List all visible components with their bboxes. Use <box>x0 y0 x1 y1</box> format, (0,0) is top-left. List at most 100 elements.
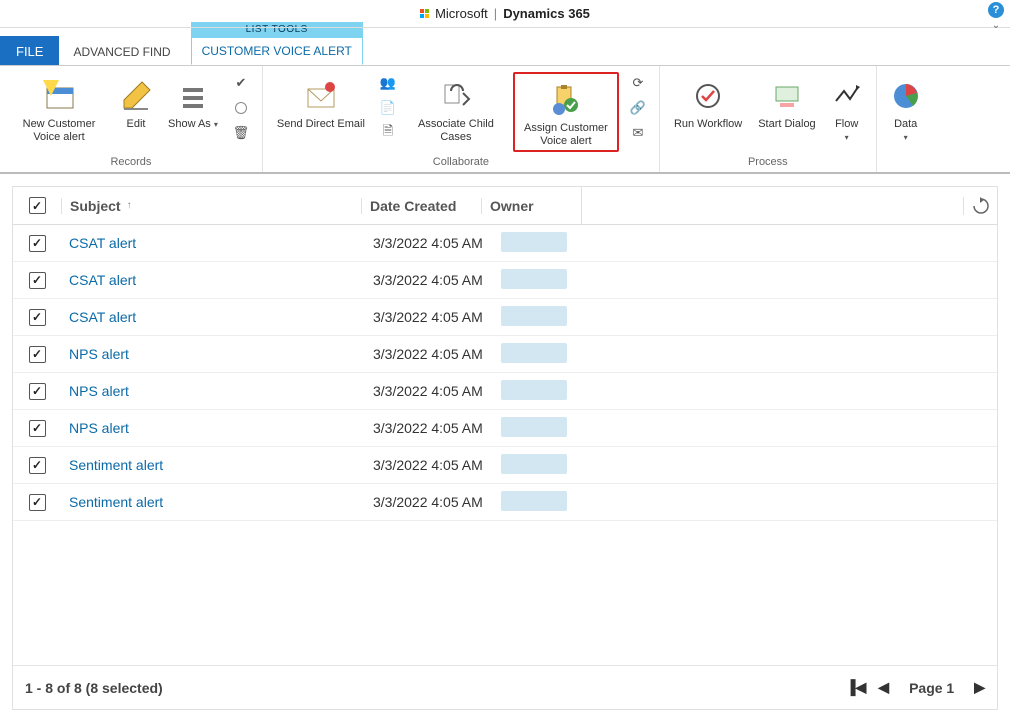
table-row[interactable]: CSAT alert 3/3/2022 4:05 AM <box>13 225 997 262</box>
subject-link[interactable]: CSAT alert <box>69 235 136 251</box>
prev-page-button[interactable]: ◀ <box>878 679 889 696</box>
associate-icon <box>441 74 471 118</box>
row-checkbox[interactable] <box>29 309 46 326</box>
collapse-ribbon-icon[interactable]: ⌄ <box>992 20 1000 31</box>
owner-cell <box>501 306 641 329</box>
row-checkbox[interactable] <box>29 346 46 363</box>
tab-customer-voice-alert[interactable]: CUSTOMER VOICE ALERT <box>191 37 363 65</box>
edit-button[interactable]: Edit <box>116 72 156 133</box>
row-checkbox[interactable] <box>29 457 46 474</box>
associate-child-cases-button[interactable]: Associate Child Cases <box>407 72 505 146</box>
check-icon: ✔ <box>235 75 246 91</box>
sort-ascending-icon: ↑ <box>127 200 132 211</box>
data-button[interactable]: Data▾ <box>887 72 925 146</box>
row-checkbox[interactable] <box>29 420 46 437</box>
owner-cell <box>501 232 641 255</box>
brand-label: Microsoft <box>435 6 488 21</box>
date-cell: 3/3/2022 4:05 AM <box>373 494 501 510</box>
share-button[interactable]: ⟳ <box>627 72 649 94</box>
date-cell: 3/3/2022 4:05 AM <box>373 309 501 325</box>
assign-icon <box>549 78 583 122</box>
title-bar: Microsoft | Dynamics 365 ? ⌄ <box>0 0 1010 28</box>
owner-cell <box>501 454 641 477</box>
delete-button[interactable]: 🗑 <box>230 122 252 144</box>
show-as-button[interactable]: Show As ▾ <box>164 72 222 133</box>
subject-link[interactable]: Sentiment alert <box>69 494 163 510</box>
start-dialog-button[interactable]: Start Dialog <box>754 72 819 133</box>
table-row[interactable]: Sentiment alert 3/3/2022 4:05 AM <box>13 484 997 521</box>
send-direct-email-button[interactable]: Send Direct Email <box>273 72 369 133</box>
chevron-down-icon: ▾ <box>845 133 849 142</box>
chevron-down-icon: ▾ <box>214 120 218 129</box>
table-row[interactable]: CSAT alert 3/3/2022 4:05 AM <box>13 262 997 299</box>
page-label: Page 1 <box>909 680 954 696</box>
date-cell: 3/3/2022 4:05 AM <box>373 235 501 251</box>
app-label: Dynamics 365 <box>503 6 590 21</box>
deactivate-button[interactable] <box>230 97 252 119</box>
people-icon: 👥 <box>380 75 396 91</box>
owner-cell <box>501 491 641 514</box>
note-icon: 🗎 <box>383 122 393 144</box>
tab-file[interactable]: FILE <box>0 36 59 65</box>
ribbon-tabs: FILE ADVANCED FIND LIST TOOLS CUSTOMER V… <box>0 28 1010 66</box>
refresh-button[interactable] <box>963 197 997 215</box>
owner-cell <box>501 380 641 403</box>
subject-link[interactable]: Sentiment alert <box>69 457 163 473</box>
email-icon <box>304 74 338 118</box>
add-contacts-button[interactable]: 👥 <box>377 72 399 94</box>
tab-advanced-find[interactable]: ADVANCED FIND <box>59 37 184 65</box>
ribbon-group-data: Data▾ <box>877 66 935 172</box>
ribbon-group-collaborate: Send Direct Email 👥 📄 🗎 Associate Child … <box>263 66 660 172</box>
column-date-created[interactable]: Date Created <box>361 198 481 214</box>
column-subject[interactable]: Subject ↑ <box>61 198 361 214</box>
stop-icon <box>235 102 247 114</box>
record-summary: 1 - 8 of 8 (8 selected) <box>25 680 163 696</box>
ribbon: New Customer Voice alert Edit Show As ▾ … <box>0 66 1010 174</box>
table-row[interactable]: CSAT alert 3/3/2022 4:05 AM <box>13 299 997 336</box>
copy-link-button[interactable]: 🔗 <box>627 97 649 119</box>
date-cell: 3/3/2022 4:05 AM <box>373 272 501 288</box>
select-all-checkbox[interactable] <box>29 197 46 214</box>
subject-link[interactable]: NPS alert <box>69 383 129 399</box>
ribbon-group-records: New Customer Voice alert Edit Show As ▾ … <box>0 66 263 172</box>
flow-icon <box>832 74 862 118</box>
row-checkbox[interactable] <box>29 235 46 252</box>
chevron-down-icon: ▾ <box>904 133 908 142</box>
subject-link[interactable]: CSAT alert <box>69 309 136 325</box>
results-grid: Subject ↑ Date Created Owner CSAT alert 3… <box>12 186 998 710</box>
table-row[interactable]: NPS alert 3/3/2022 4:05 AM <box>13 336 997 373</box>
queue-icon: 📄 <box>380 100 396 116</box>
next-page-button[interactable]: ▶ <box>974 679 985 696</box>
ribbon-group-process: Run Workflow Start Dialog Flow▾ Process <box>660 66 877 172</box>
subject-link[interactable]: NPS alert <box>69 420 129 436</box>
add-note-button[interactable]: 🗎 <box>377 122 399 144</box>
activate-button[interactable]: ✔ <box>230 72 252 94</box>
row-checkbox[interactable] <box>29 494 46 511</box>
row-checkbox[interactable] <box>29 383 46 400</box>
new-record-icon <box>41 74 77 118</box>
table-row[interactable]: Sentiment alert3/3/2022 4:05 AM <box>13 447 997 484</box>
column-owner[interactable]: Owner <box>481 198 581 214</box>
date-cell: 3/3/2022 4:05 AM <box>373 346 501 362</box>
row-checkbox[interactable] <box>29 272 46 289</box>
subject-link[interactable]: NPS alert <box>69 346 129 362</box>
table-row[interactable]: NPS alert3/3/2022 4:05 AM <box>13 410 997 447</box>
table-row[interactable]: NPS alert 3/3/2022 4:05 AM <box>13 373 997 410</box>
grid-header: Subject ↑ Date Created Owner <box>13 187 997 225</box>
show-as-icon <box>179 74 207 118</box>
trash-icon: 🗑 <box>233 125 250 141</box>
queue-button[interactable]: 📄 <box>377 97 399 119</box>
help-icon[interactable]: ? <box>988 2 1004 18</box>
owner-cell <box>501 417 641 440</box>
email-link-button[interactable]: ✉ <box>627 122 649 144</box>
new-customer-voice-alert-button[interactable]: New Customer Voice alert <box>10 72 108 146</box>
assign-customer-voice-alert-button[interactable]: Assign Customer Voice alert <box>517 76 615 150</box>
flow-button[interactable]: Flow▾ <box>828 72 866 146</box>
owner-cell <box>501 269 641 292</box>
first-page-button[interactable]: ▐◀ <box>846 679 867 696</box>
run-workflow-button[interactable]: Run Workflow <box>670 72 746 133</box>
subject-link[interactable]: CSAT alert <box>69 272 136 288</box>
date-cell: 3/3/2022 4:05 AM <box>373 383 501 399</box>
owner-cell <box>501 343 641 366</box>
refresh-icon <box>972 197 990 215</box>
